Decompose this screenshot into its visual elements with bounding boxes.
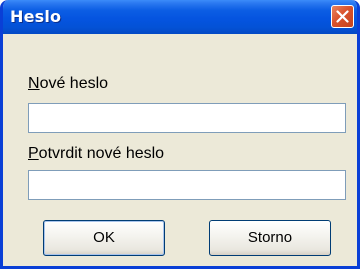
ok-button[interactable]: OK: [43, 220, 165, 256]
confirm-password-field[interactable]: [28, 170, 346, 200]
new-password-label-mnemonic: N: [28, 75, 40, 92]
cancel-button[interactable]: Storno: [209, 220, 331, 256]
title-bar[interactable]: Heslo: [3, 0, 357, 34]
confirm-password-label-mnemonic: P: [28, 145, 39, 162]
new-password-label-text: ové heslo: [39, 75, 109, 92]
confirm-password-label-text: otvrdit nové heslo: [38, 145, 165, 162]
close-button[interactable]: [331, 5, 354, 28]
password-dialog: Heslo Nové heslo Potvrdit nové heslo OK …: [0, 0, 360, 269]
confirm-password-label: Potvrdit nové heslo: [28, 145, 164, 163]
new-password-label: Nové heslo: [28, 75, 108, 93]
dialog-title: Heslo: [10, 7, 62, 26]
close-icon: [336, 10, 349, 23]
new-password-field[interactable]: [28, 103, 346, 133]
